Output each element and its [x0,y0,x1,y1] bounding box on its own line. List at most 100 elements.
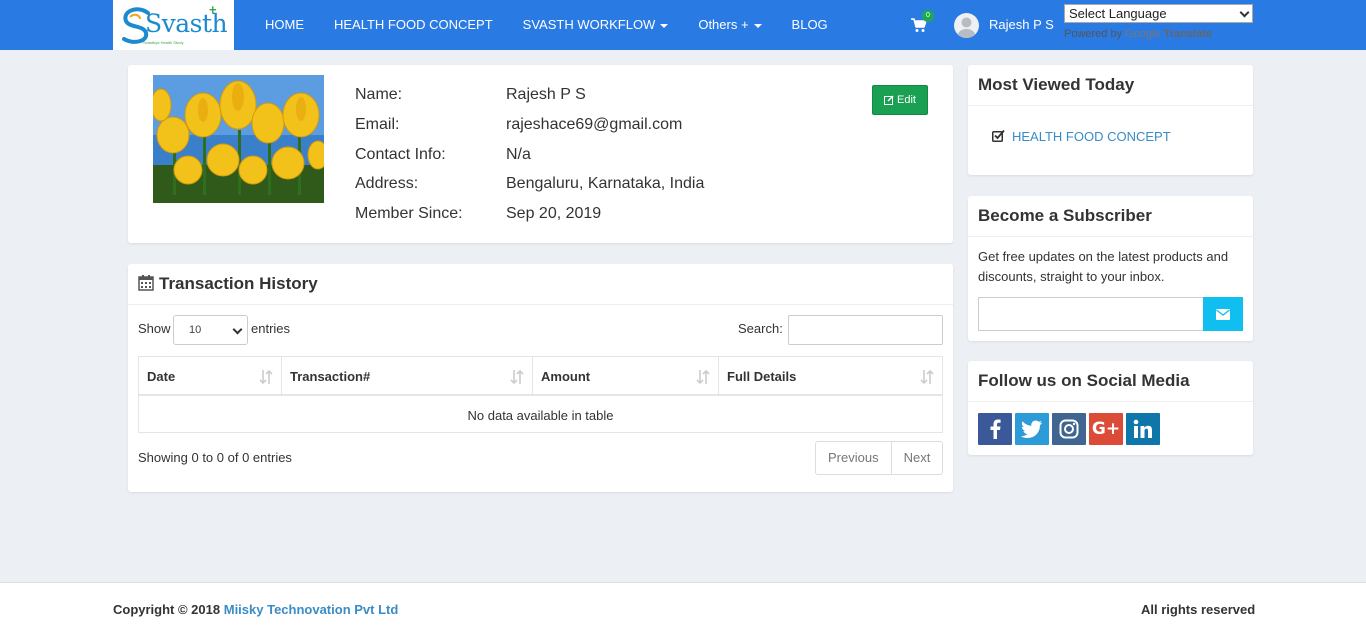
caret-down-icon [660,24,669,28]
column-header-label: Full Details [727,369,797,384]
nav-home[interactable]: HOME [250,0,319,50]
edit-profile-button[interactable]: Edit [872,85,928,115]
facebook-button[interactable] [978,413,1012,445]
contact-value: N/a [506,146,531,163]
subscriber-description: Get free updates on the latest products … [978,249,1229,284]
table-info: Showing 0 to 0 of 0 entries [138,450,292,465]
chevron-down-icon [232,324,243,335]
entries-label: entries [251,321,291,336]
entries-value: 10 [189,324,202,336]
google-plus-button[interactable]: G+ [1089,413,1123,445]
powered-by-label: Powered by [1064,28,1123,40]
column-header-label: Date [147,369,176,384]
google-translate-credit: Powered by Google Translate [1064,28,1212,40]
language-select-value: Select Language [1069,6,1167,21]
company-link[interactable]: Miisky Technovation Pvt Ltd [224,602,399,617]
address-label: Address: [355,175,419,192]
address-value: Bengaluru, Karnataka, India [506,175,705,192]
twitter-button[interactable] [1015,413,1049,445]
subscriber-card: Become a Subscriber Get free updates on … [968,196,1253,341]
profile-photo [153,75,324,203]
site-logo[interactable]: Svasth + Svasthya Health Study [113,0,234,50]
previous-page-button[interactable]: Previous [816,442,891,474]
nav-blog-label: BLOG [791,17,828,32]
transactions-table: Date Transaction# Amount Full Details No… [138,356,943,433]
nav-others-label: Others + [698,17,749,32]
edit-label: Edit [897,94,916,106]
most-viewed-title: Most Viewed Today [978,75,1135,94]
sort-icon [259,369,273,385]
copyright: Copyright © 2018 Miisky Technovation Pvt… [113,602,398,617]
column-header-transaction[interactable]: Transaction# [282,357,533,396]
instagram-icon [1059,419,1079,439]
transaction-history-card: Transaction History Show 10 entries Sear… [128,264,953,492]
divider [968,236,1253,237]
translate-link[interactable]: Translate [1164,28,1212,40]
nav-home-label: HOME [265,17,304,32]
sort-icon [696,369,710,385]
subscribe-button[interactable] [1203,297,1243,331]
envelope-icon [1216,308,1230,320]
instagram-button[interactable] [1052,413,1086,445]
nav-blog[interactable]: BLOG [777,0,843,50]
name-value: Rajesh P S [506,86,586,103]
most-viewed-card: Most Viewed Today HEALTH FOOD CONCEPT [968,65,1253,175]
name-label: Name: [355,86,403,103]
calendar-icon [138,275,154,291]
column-header-label: Amount [541,369,591,384]
logo-plus-icon: + [209,2,217,17]
user-name[interactable]: Rajesh P S [989,17,1054,32]
contact-label: Contact Info: [355,146,446,163]
linkedin-button[interactable] [1126,413,1160,445]
divider [968,401,1253,402]
twitter-icon [1021,420,1042,438]
member-since-value: Sep 20, 2019 [506,205,602,222]
entries-per-page-select[interactable]: 10 [173,315,248,345]
nav-others[interactable]: Others + [683,0,776,50]
social-media-card: Follow us on Social Media G+ [968,361,1253,455]
edit-icon [884,95,894,105]
google-plus-icon: G+ [1091,419,1121,439]
nav-svasth-workflow-label: SVASTH WORKFLOW [522,17,656,32]
email-label: Email: [355,116,400,133]
facebook-icon [990,419,1001,439]
google-label: Google [1125,28,1161,40]
checkbox-checked-icon [992,129,1005,142]
copyright-text: Copyright © 2018 [113,602,221,617]
column-header-label: Transaction# [290,369,371,384]
column-header-amount[interactable]: Amount [533,357,719,396]
subscriber-title: Become a Subscriber [978,206,1152,225]
show-label: Show [138,321,171,336]
subscriber-email-input[interactable] [978,297,1204,331]
logo-tagline: Svasthya Health Study [143,40,184,45]
nav-health-food-concept-label: HEALTH FOOD CONCEPT [334,17,493,32]
search-label: Search: [738,321,783,336]
top-navbar: Svasth + Svasthya Health Study HOME HEAL… [0,0,1366,50]
main-nav: HOME HEALTH FOOD CONCEPT SVASTH WORKFLOW… [250,0,843,50]
pagination: Previous Next [815,441,944,475]
divider [128,304,953,305]
user-avatar[interactable] [954,13,979,38]
next-page-button[interactable]: Next [890,442,943,474]
table-empty-message: No data available in table [467,408,614,423]
caret-down-icon [753,24,762,28]
nav-svasth-workflow[interactable]: SVASTH WORKFLOW [508,0,684,50]
user-avatar-icon [957,17,976,38]
all-rights-reserved: All rights reserved [1141,602,1256,617]
column-header-full-details[interactable]: Full Details [719,357,942,396]
social-title: Follow us on Social Media [978,371,1190,390]
transaction-history-title: Transaction History [159,274,318,293]
email-value: rajeshace69@gmail.com [506,116,683,133]
sort-icon [510,369,524,385]
most-viewed-link[interactable]: HEALTH FOOD CONCEPT [1012,129,1171,144]
linkedin-icon [1133,419,1152,438]
language-select[interactable]: Select Language [1064,4,1253,23]
profile-card: Name: Email: Contact Info: Address: Memb… [128,65,953,243]
column-header-date[interactable]: Date [139,357,282,396]
table-search-input[interactable] [788,315,943,345]
footer: Copyright © 2018 Miisky Technovation Pvt… [0,582,1366,633]
cart-count-badge: 0 [922,10,934,22]
tulips-image [153,75,324,203]
sort-icon [920,369,934,385]
nav-health-food-concept[interactable]: HEALTH FOOD CONCEPT [319,0,508,50]
